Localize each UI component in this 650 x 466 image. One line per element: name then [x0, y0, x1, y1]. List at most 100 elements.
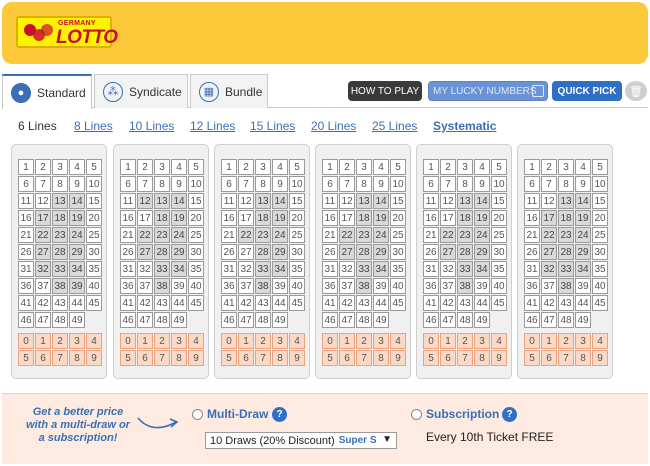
digit-cell[interactable]: 4	[491, 333, 507, 349]
number-cell[interactable]: 49	[171, 312, 187, 328]
number-cell[interactable]: 35	[592, 261, 608, 277]
digit-cell[interactable]: 4	[592, 333, 608, 349]
number-cell[interactable]: 29	[575, 244, 591, 260]
number-cell[interactable]: 39	[474, 278, 490, 294]
number-cell[interactable]: 42	[137, 295, 153, 311]
number-cell[interactable]: 11	[221, 193, 237, 209]
digit-cell[interactable]: 9	[86, 350, 102, 366]
number-cell[interactable]: 1	[423, 159, 439, 175]
number-cell[interactable]: 15	[390, 193, 406, 209]
number-cell[interactable]: 9	[69, 176, 85, 192]
number-cell[interactable]: 12	[339, 193, 355, 209]
digit-cell[interactable]: 9	[491, 350, 507, 366]
digit-cell[interactable]: 0	[423, 333, 439, 349]
number-cell[interactable]: 21	[120, 227, 136, 243]
number-cell[interactable]: 26	[524, 244, 540, 260]
number-cell[interactable]: 40	[289, 278, 305, 294]
number-cell[interactable]: 38	[52, 278, 68, 294]
number-cell[interactable]: 41	[120, 295, 136, 311]
number-cell[interactable]: 11	[524, 193, 540, 209]
number-cell[interactable]: 11	[322, 193, 338, 209]
digit-cell[interactable]: 2	[255, 333, 271, 349]
digit-cell[interactable]: 2	[52, 333, 68, 349]
number-cell[interactable]: 7	[35, 176, 51, 192]
number-cell[interactable]: 25	[491, 227, 507, 243]
digit-cell[interactable]: 9	[188, 350, 204, 366]
number-cell[interactable]: 8	[154, 176, 170, 192]
digit-cell[interactable]: 9	[592, 350, 608, 366]
number-cell[interactable]: 24	[171, 227, 187, 243]
number-cell[interactable]: 27	[238, 244, 254, 260]
number-cell[interactable]: 48	[52, 312, 68, 328]
number-cell[interactable]: 49	[272, 312, 288, 328]
digit-cell[interactable]: 8	[272, 350, 288, 366]
number-cell[interactable]: 41	[322, 295, 338, 311]
number-cell[interactable]: 26	[120, 244, 136, 260]
number-cell[interactable]: 25	[86, 227, 102, 243]
digit-cell[interactable]: 1	[238, 333, 254, 349]
number-cell[interactable]: 23	[52, 227, 68, 243]
number-cell[interactable]: 19	[575, 210, 591, 226]
number-cell[interactable]: 35	[188, 261, 204, 277]
number-cell[interactable]: 9	[373, 176, 389, 192]
my-lucky-numbers-button[interactable]: MY LUCKY NUMBERS	[428, 81, 548, 101]
number-cell[interactable]: 39	[272, 278, 288, 294]
number-cell[interactable]: 14	[474, 193, 490, 209]
lines-option-10[interactable]: 10 Lines	[129, 119, 174, 133]
digit-cell[interactable]: 5	[423, 350, 439, 366]
number-cell[interactable]: 41	[423, 295, 439, 311]
number-cell[interactable]: 16	[120, 210, 136, 226]
number-cell[interactable]: 45	[390, 295, 406, 311]
number-cell[interactable]: 23	[154, 227, 170, 243]
number-cell[interactable]: 25	[188, 227, 204, 243]
number-cell[interactable]: 29	[474, 244, 490, 260]
number-cell[interactable]: 33	[356, 261, 372, 277]
number-cell[interactable]: 45	[188, 295, 204, 311]
number-cell[interactable]: 40	[86, 278, 102, 294]
lines-option-25[interactable]: 25 Lines	[372, 119, 417, 133]
lines-option-20[interactable]: 20 Lines	[311, 119, 356, 133]
number-cell[interactable]: 16	[221, 210, 237, 226]
number-cell[interactable]: 11	[120, 193, 136, 209]
number-cell[interactable]: 38	[558, 278, 574, 294]
number-cell[interactable]: 42	[339, 295, 355, 311]
number-cell[interactable]: 35	[289, 261, 305, 277]
number-cell[interactable]: 12	[137, 193, 153, 209]
number-cell[interactable]: 9	[575, 176, 591, 192]
number-cell[interactable]: 28	[457, 244, 473, 260]
digit-cell[interactable]: 1	[440, 333, 456, 349]
number-cell[interactable]: 16	[524, 210, 540, 226]
number-cell[interactable]: 9	[171, 176, 187, 192]
digit-cell[interactable]: 6	[238, 350, 254, 366]
number-cell[interactable]: 4	[69, 159, 85, 175]
number-cell[interactable]: 12	[541, 193, 557, 209]
number-cell[interactable]: 21	[423, 227, 439, 243]
number-cell[interactable]: 15	[592, 193, 608, 209]
number-cell[interactable]: 48	[154, 312, 170, 328]
digit-cell[interactable]: 9	[289, 350, 305, 366]
number-cell[interactable]: 46	[120, 312, 136, 328]
digit-cell[interactable]: 5	[120, 350, 136, 366]
number-cell[interactable]: 26	[423, 244, 439, 260]
digit-cell[interactable]: 2	[356, 333, 372, 349]
number-cell[interactable]: 45	[289, 295, 305, 311]
number-cell[interactable]: 48	[558, 312, 574, 328]
number-cell[interactable]: 36	[221, 278, 237, 294]
number-cell[interactable]: 24	[272, 227, 288, 243]
number-cell[interactable]: 31	[18, 261, 34, 277]
subscription-help-icon[interactable]: ?	[502, 407, 517, 422]
digit-cell[interactable]: 2	[154, 333, 170, 349]
digit-cell[interactable]: 9	[390, 350, 406, 366]
number-cell[interactable]: 13	[457, 193, 473, 209]
number-cell[interactable]: 24	[69, 227, 85, 243]
number-cell[interactable]: 6	[120, 176, 136, 192]
number-cell[interactable]: 17	[35, 210, 51, 226]
number-cell[interactable]: 21	[18, 227, 34, 243]
digit-cell[interactable]: 0	[322, 333, 338, 349]
digit-cell[interactable]: 2	[558, 333, 574, 349]
number-cell[interactable]: 5	[592, 159, 608, 175]
number-cell[interactable]: 39	[69, 278, 85, 294]
digit-cell[interactable]: 4	[188, 333, 204, 349]
number-cell[interactable]: 22	[238, 227, 254, 243]
digit-cell[interactable]: 7	[457, 350, 473, 366]
